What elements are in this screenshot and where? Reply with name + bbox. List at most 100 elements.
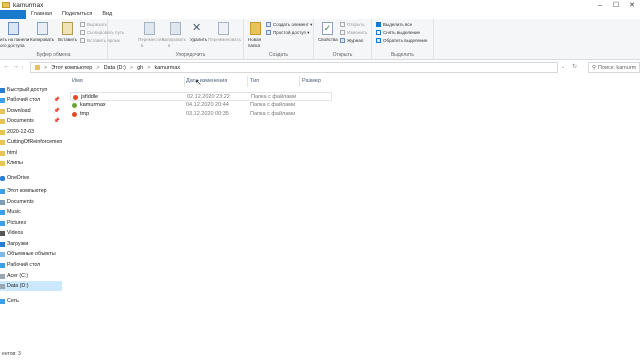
copy-to-button[interactable]: Копировать <box>162 37 186 42</box>
sidebar-item-desktop[interactable]: Рабочий стол 📌 <box>0 95 62 105</box>
sidebar-item-this-pc[interactable]: Этот компьютер <box>0 186 62 196</box>
sidebar-item-html[interactable]: html <box>0 148 62 158</box>
sidebar-item-documents[interactable]: Documents <box>0 197 62 207</box>
up-button[interactable]: ↑ <box>21 65 24 71</box>
copy-path-button[interactable]: Скопировать путь <box>80 30 124 36</box>
tab-file[interactable] <box>0 10 26 19</box>
desktop-icon <box>0 97 5 103</box>
pin-icon: 📌 <box>53 108 60 114</box>
dropdown-icon[interactable]: ⌄ <box>561 64 565 70</box>
sidebar-item-cutting[interactable]: CuttingOfReinforcement <box>0 137 62 147</box>
history-button[interactable]: Журнал <box>340 38 363 44</box>
sidebar-item-2020-12-03[interactable]: 2020-12-03 <box>0 127 62 137</box>
pin-quick-access-line2[interactable]: ого доступа <box>0 43 24 48</box>
download-icon <box>0 241 5 247</box>
column-header-type[interactable]: Тип <box>250 78 259 84</box>
clipboard-group: ить на панели ого доступа Копировать Вст… <box>0 19 124 60</box>
file-type: Папка с файлами <box>250 111 296 117</box>
easy-access-button[interactable]: Простой доступ ▾ <box>266 30 309 36</box>
drive-icon <box>0 273 5 279</box>
pin-quick-access-line1[interactable]: ить на панели <box>0 37 29 42</box>
sidebar-item-onedrive[interactable]: OneDrive <box>0 173 62 183</box>
copy-to-suffix: в <box>168 43 171 48</box>
refresh-icon[interactable]: ↻ <box>572 63 577 70</box>
cube-icon <box>0 251 5 257</box>
tab-home[interactable]: Главная <box>26 10 57 19</box>
edit-icon <box>340 30 345 36</box>
delete-button[interactable]: Удалить <box>190 37 207 42</box>
table-row[interactable]: jsfiddle 02.12.2020 23:22 Папка с файлам… <box>70 92 332 101</box>
new-folder-button[interactable]: Новая <box>248 37 261 42</box>
sidebar-item-quick-access[interactable]: Быстрый доступ <box>0 85 62 95</box>
shortcut-icon <box>80 38 85 44</box>
breadcrumb-this-pc[interactable]: Этот компьютер <box>51 65 92 71</box>
back-button[interactable]: ← <box>3 63 10 70</box>
new-folder-icon <box>250 22 261 35</box>
paste-shortcut-button[interactable]: Вставить ярлык <box>80 38 120 44</box>
tab-view[interactable]: Вид <box>97 10 117 19</box>
select-none-icon <box>376 30 381 36</box>
open-button[interactable]: Открыть <box>340 22 365 28</box>
pin-icon <box>8 22 19 35</box>
select-none-button[interactable]: Снять выделение <box>376 30 420 36</box>
forward-button[interactable]: → <box>12 63 19 70</box>
table-row[interactable]: kamurmax 04.12.2020 20:44 Папка с файлам… <box>70 101 332 110</box>
music-icon <box>0 209 5 215</box>
sidebar-item-3d-objects[interactable]: Объемные объекты <box>0 249 62 259</box>
sidebar-item-drive-d[interactable]: Data (D:) <box>0 281 62 291</box>
edit-button[interactable]: Изменить <box>340 30 367 36</box>
breadcrumb-kamurmax[interactable]: kamurmax <box>154 65 180 71</box>
column-header-date[interactable]: Дата изменения <box>186 78 227 84</box>
ribbon: ить на панели ого доступа Копировать Вст… <box>0 19 640 60</box>
search-input[interactable]: ⚲ Поиск: kamurm <box>588 62 640 73</box>
folder-icon <box>35 65 40 70</box>
select-all-button[interactable]: Выделить все <box>376 22 412 28</box>
breadcrumb-gh[interactable]: gh <box>137 65 143 71</box>
breadcrumb-data-d[interactable]: Data (D:) <box>104 65 126 71</box>
scissors-icon <box>80 22 85 28</box>
move-to-suffix: в <box>141 43 144 48</box>
cut-button[interactable]: Вырезать <box>80 22 107 28</box>
file-name: tmp <box>80 111 90 117</box>
drive-icon <box>0 283 5 289</box>
rename-button[interactable]: Переименовать <box>208 37 241 42</box>
address-bar[interactable]: > Этот компьютер > Data (D:) > gh > kamu… <box>30 62 558 73</box>
sidebar-item-download[interactable]: Download 📌 <box>0 106 62 116</box>
sidebar-item-videos[interactable]: Videos <box>0 228 62 238</box>
invert-selection-button[interactable]: Обратить выделение <box>376 38 427 44</box>
tab-share[interactable]: Поделиться <box>57 10 97 19</box>
sidebar-item-network[interactable]: Сеть <box>0 296 62 306</box>
folder-icon <box>0 160 5 166</box>
breadcrumb-separator: > <box>44 64 48 71</box>
sidebar-item-clips[interactable]: Клипы <box>0 158 62 168</box>
copy-button[interactable]: Копировать <box>30 37 54 42</box>
breadcrumb-separator: > <box>129 64 134 71</box>
sidebar-item-pictures[interactable]: Pictures <box>0 218 62 228</box>
navigation-pane: Быстрый доступ Рабочий стол 📌 Download 📌 D… <box>0 78 62 348</box>
sidebar-item-downloads[interactable]: Загрузки <box>0 239 62 249</box>
file-date: 04.12.2020 20:44 <box>186 102 229 108</box>
sidebar-item-music[interactable]: Music <box>0 207 62 217</box>
column-divider[interactable] <box>247 76 248 87</box>
cloud-icon <box>0 175 5 181</box>
ribbon-tabs: Главная Поделиться Вид <box>0 10 640 19</box>
pin-icon: 📌 <box>53 118 60 124</box>
properties-button[interactable]: Свойства <box>318 37 338 42</box>
table-row[interactable]: tmp 03.12.2020 00:35 Папка с файлами <box>70 110 332 119</box>
new-folder-label-2: папка <box>248 43 260 48</box>
new-item-button[interactable]: Создать элемент ▾ <box>266 22 312 28</box>
star-icon <box>0 87 5 93</box>
maximize-button[interactable]: ☐ <box>608 0 624 10</box>
column-divider[interactable] <box>184 76 185 87</box>
breadcrumb-separator: > <box>147 64 151 71</box>
sidebar-item-desktop-pc[interactable]: Рабочий стол <box>0 260 62 270</box>
folder-icon <box>0 108 5 114</box>
column-divider[interactable] <box>299 76 300 87</box>
close-button[interactable]: ✕ <box>624 0 640 10</box>
column-header-size[interactable]: Размер <box>302 78 321 84</box>
paste-button[interactable]: Вставить <box>58 37 77 42</box>
column-header-name[interactable]: Имя <box>72 78 83 84</box>
sidebar-item-drive-c[interactable]: Acer (C:) <box>0 271 62 281</box>
sidebar-item-documents-quick[interactable]: Documents 📌 <box>0 116 62 126</box>
minimize-button[interactable]: – <box>592 0 608 10</box>
